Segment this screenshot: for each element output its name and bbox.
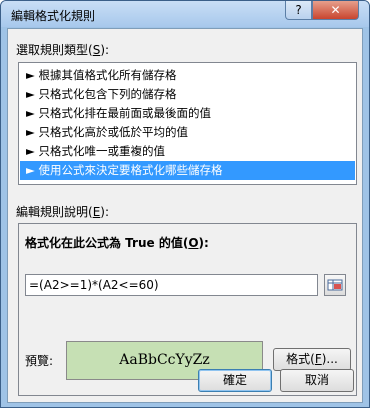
cancel-button[interactable]: 取消 bbox=[280, 369, 354, 392]
edit-description-label: 編輯規則說明(E): bbox=[16, 205, 110, 219]
rule-type-label: 選取規則類型(S): bbox=[16, 43, 110, 57]
range-select-button[interactable] bbox=[324, 274, 346, 296]
dialog-title: 編輯格式化規則 bbox=[11, 9, 96, 23]
preview-label: 預覽: bbox=[25, 354, 54, 368]
rule-type-item[interactable]: ► 只格式化高於或低於平均的值 bbox=[20, 123, 355, 142]
range-select-icon bbox=[327, 279, 343, 291]
title-bar[interactable]: 編輯格式化規則 ? ✕ bbox=[1, 1, 369, 27]
rule-type-item[interactable]: ► 根據其值格式化所有儲存格 bbox=[20, 66, 355, 85]
help-button[interactable]: ? bbox=[285, 1, 312, 20]
rule-type-item[interactable]: ► 只格式化唯一或重複的值 bbox=[20, 142, 355, 161]
rule-type-item[interactable]: ► 只格式化包含下列的儲存格 bbox=[20, 85, 355, 104]
dialog-body: 選取規則類型(S): ► 根據其值格式化所有儲存格 ► 只格式化包含下列的儲存格… bbox=[7, 28, 363, 403]
format-button[interactable]: 格式(F)... bbox=[273, 348, 351, 371]
rule-type-list[interactable]: ► 根據其值格式化所有儲存格 ► 只格式化包含下列的儲存格 ► 只格式化排在最前… bbox=[18, 62, 357, 185]
formula-input[interactable]: =(A2>=1)*(A2<=60) bbox=[25, 274, 318, 296]
rule-type-item-selected[interactable]: ► 使用公式來決定要格式化哪些儲存格 bbox=[20, 161, 355, 180]
ok-button[interactable]: 確定 bbox=[198, 369, 272, 392]
rule-type-item[interactable]: ► 只格式化排在最前面或最後面的值 bbox=[20, 104, 355, 123]
close-button[interactable]: ✕ bbox=[312, 1, 359, 20]
formula-label: 格式化在此公式為 True 的值(O): bbox=[25, 236, 209, 250]
dialog-window: 編輯格式化規則 ? ✕ 選取規則類型(S): ► 根據其值格式化所有儲存格 ► … bbox=[0, 0, 370, 408]
